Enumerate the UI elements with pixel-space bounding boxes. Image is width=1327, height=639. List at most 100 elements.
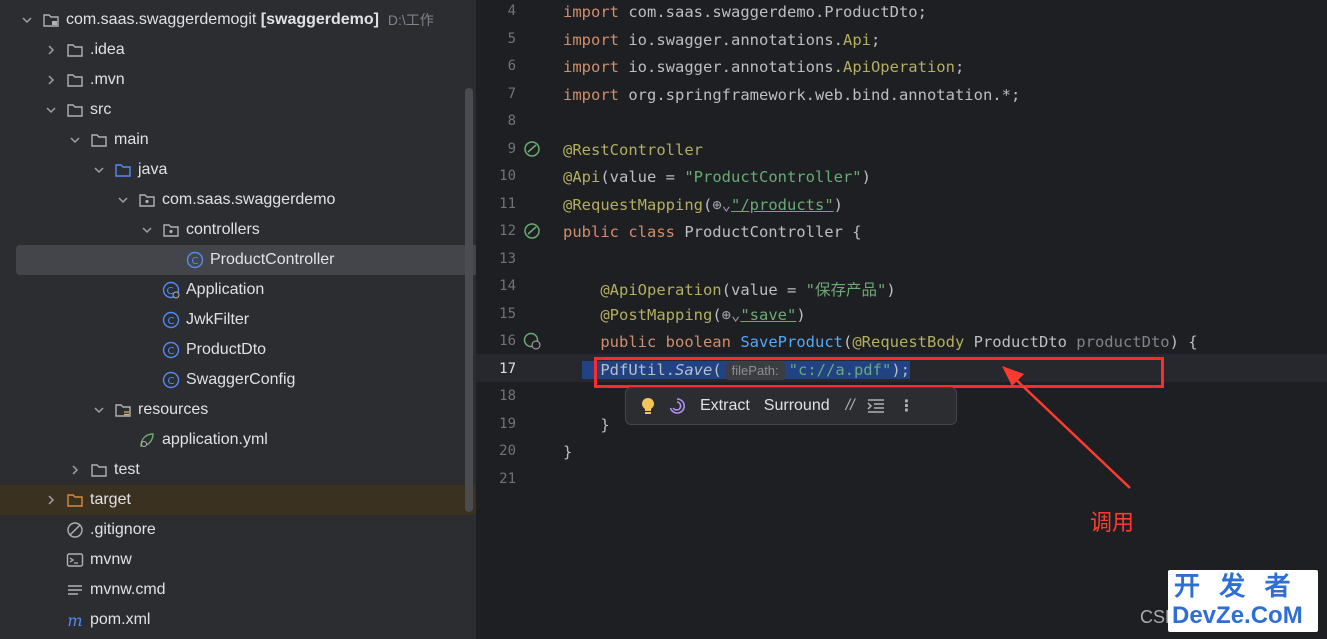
ai-assistant-icon[interactable] [668, 397, 686, 415]
tree-item-label: java [138, 161, 168, 178]
code-token: ) [886, 281, 896, 299]
chevron-down-icon[interactable] [92, 403, 106, 417]
tree-item-pom[interactable]: m pom.xml [0, 605, 476, 635]
code-line-9: @RestController [563, 141, 703, 159]
watermark-logo: 开 发 者 DevZe.CoM [1168, 570, 1318, 632]
tree-item-label: main [114, 131, 149, 148]
chevron-down-icon[interactable] [44, 103, 58, 117]
line-number: 16 [499, 333, 516, 349]
tree-item-label: mvnw [90, 551, 132, 568]
chevron-down-icon[interactable] [68, 133, 82, 147]
code-token: io.swagger.annotations. [628, 31, 843, 49]
class-icon: C [162, 341, 180, 359]
keyword: public boolean [600, 333, 731, 351]
code-line-12: public class ProductController { [563, 223, 862, 241]
spring-bean-gutter-icon[interactable] [523, 140, 541, 158]
code-editor[interactable]: 4 5 6 7 8 9 10 11 12 13 14 15 16 17 18 1… [476, 0, 1327, 639]
tree-item-application[interactable]: C Application [0, 275, 476, 305]
line-number: 18 [499, 388, 516, 404]
class-icon: C [186, 251, 204, 269]
code-line-14: @ApiOperation(value = "保存产品") [563, 278, 896, 300]
tree-item-src[interactable]: src [0, 95, 476, 125]
chevron-right-icon[interactable] [44, 43, 58, 57]
endpoint-gutter-icon[interactable] [523, 332, 541, 350]
keyword: import [563, 3, 619, 21]
svg-text:C: C [192, 256, 199, 267]
tree-item-productcontroller[interactable]: C ProductController [16, 245, 476, 275]
chevron-down-icon[interactable] [92, 163, 106, 177]
tree-item-test[interactable]: test [0, 455, 476, 485]
spring-bean-gutter-icon[interactable] [523, 222, 541, 240]
tree-item-controllers[interactable]: controllers [0, 215, 476, 245]
tree-item-target[interactable]: target [0, 485, 476, 515]
code-token: SaveProduct [740, 333, 843, 351]
chevron-right-icon[interactable] [68, 463, 82, 477]
tree-item-label: mvnw.cmd [90, 581, 166, 598]
code-token: "保存产品" [805, 281, 887, 299]
code-line-15: @PostMapping(⊕⌄"save") [600, 306, 806, 324]
more-icon[interactable]: ⋮ [899, 396, 915, 416]
svg-text:C: C [167, 286, 174, 297]
svg-text:C: C [168, 346, 175, 357]
tree-item-application-yml[interactable]: application.yml [0, 425, 476, 455]
root-name: com.saas.swaggerdemogit [66, 11, 257, 28]
spring-yml-icon [138, 431, 156, 449]
code-token: io.swagger.annotations. [628, 58, 843, 76]
comment-icon[interactable]: // [846, 397, 855, 415]
tree-item-label: .idea [90, 41, 125, 58]
code-token: (value = [721, 281, 806, 299]
line-number: 6 [507, 58, 516, 74]
tree-item-java[interactable]: java [0, 155, 476, 185]
folder-icon [66, 71, 84, 89]
tree-item-label: SwaggerConfig [186, 371, 296, 388]
code-token: org.springframework.web.bind.annotation.… [628, 86, 1021, 104]
tree-item-package[interactable]: com.saas.swaggerdemo [0, 185, 476, 215]
chevron-down-icon[interactable] [20, 13, 34, 27]
code-token[interactable]: "save" [740, 306, 796, 324]
tree-item-label: JwkFilter [186, 311, 250, 328]
tree-item-productdto[interactable]: C ProductDto [0, 335, 476, 365]
tree-item-swaggerconfig[interactable]: C SwaggerConfig [0, 365, 476, 395]
annotation-label: 调用 [1090, 510, 1135, 535]
code-line-4: import com.saas.swaggerdemo.ProductDto; [563, 3, 927, 21]
globe-icon[interactable]: ⊕⌄ [712, 196, 731, 214]
tree-item-label: .gitignore [90, 521, 156, 538]
chevron-right-icon[interactable] [44, 493, 58, 507]
tree-item-mvn[interactable]: .mvn [0, 65, 476, 95]
code-token[interactable]: "/products" [731, 196, 834, 214]
keyword: import [563, 31, 619, 49]
line-number: 15 [499, 306, 516, 322]
tree-item-jwkfilter[interactable]: C JwkFilter [0, 305, 476, 335]
tree-item-label: target [90, 491, 131, 508]
text-file-icon [66, 581, 84, 599]
tree-root[interactable]: com.saas.swaggerdemogit [swaggerdemo] D:… [0, 5, 476, 35]
surround-button[interactable]: Surround [764, 397, 830, 415]
chevron-down-icon[interactable] [140, 223, 154, 237]
keyword: public class [563, 223, 675, 241]
chevron-down-icon[interactable] [116, 193, 130, 207]
tree-item-gitignore[interactable]: .gitignore [0, 515, 476, 545]
format-icon[interactable] [866, 398, 885, 414]
code-line-19: } [563, 416, 609, 434]
extract-button[interactable]: Extract [700, 397, 750, 415]
tree-scrollbar[interactable] [465, 88, 473, 512]
folder-icon [90, 461, 108, 479]
globe-icon[interactable]: ⊕⌄ [722, 306, 741, 324]
tree-item-label: ProductController [210, 251, 335, 268]
line-number: 7 [507, 86, 516, 102]
tree-item-idea[interactable]: .idea [0, 35, 476, 65]
code-token: ProductDto [964, 333, 1077, 351]
lightbulb-icon[interactable] [640, 397, 656, 415]
code-token: @ApiOperation [600, 281, 722, 299]
tree-item-resources[interactable]: resources [0, 395, 476, 425]
chevron-right-icon[interactable] [44, 73, 58, 87]
tree-item-label: com.saas.swaggerdemo [162, 191, 336, 208]
arrow-annotation [1002, 366, 1131, 489]
tree-item-mvnw-cmd[interactable]: mvnw.cmd [0, 575, 476, 605]
code-token: ApiOperation [842, 58, 955, 76]
code-line-20: } [563, 443, 573, 461]
line-number: 19 [499, 416, 516, 432]
tree-item-main[interactable]: main [0, 125, 476, 155]
tree-item-mvnw[interactable]: mvnw [0, 545, 476, 575]
line-number: 14 [499, 278, 516, 294]
